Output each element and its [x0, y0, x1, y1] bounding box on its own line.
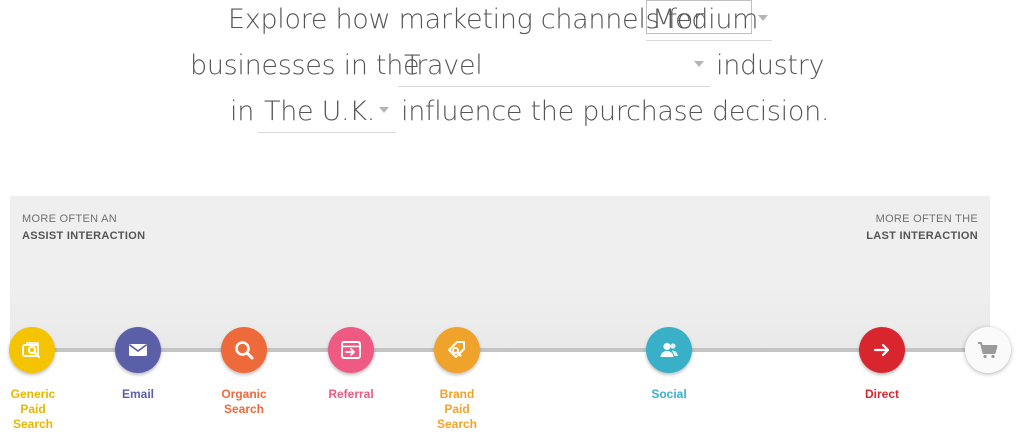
label-line: Search [223, 402, 265, 416]
label-line: Paid [20, 402, 46, 416]
sentence-line-2-suffix: industry [716, 50, 825, 81]
last-label-bold: LAST INTERACTION [866, 230, 978, 242]
chevron-down-icon [758, 15, 768, 21]
label-line: Search [12, 417, 54, 431]
generic-paid-search-icon [22, 342, 41, 359]
sentence-line-3: in The U.K. influence the purchase decis… [0, 92, 1024, 136]
channel-label-referral[interactable]: Referral [306, 387, 396, 402]
assist-interaction-label: MORE OFTEN AN ASSIST INTERACTION [22, 211, 145, 245]
country-select[interactable]: The U.K. [258, 92, 396, 133]
channel-label-organic-search[interactable]: Organic Search [199, 387, 289, 417]
channel-node-generic-paid-search[interactable] [9, 327, 55, 373]
chevron-down-icon [694, 61, 704, 67]
channel-label-generic-paid-search[interactable]: Generic Paid Search [0, 387, 78, 432]
label-line: Generic [10, 387, 56, 401]
channel-node-brand-paid-search[interactable] [434, 327, 480, 373]
channel-label-email[interactable]: Email [93, 387, 183, 402]
business-size-select[interactable]: Medium [646, 0, 772, 41]
sentence-line-3-text: in [230, 96, 255, 127]
last-label-top: MORE OFTEN THE [875, 213, 978, 225]
label-line: Social [651, 387, 687, 401]
channel-label-brand-paid-search[interactable]: Brand Paid Search [412, 387, 502, 432]
journey-track [28, 348, 993, 352]
country-value: The U.K. [264, 96, 376, 127]
label-line: Brand [439, 387, 475, 401]
sentence-line-1: Explore how marketing channels for Mediu… [0, 0, 1024, 44]
channel-node-email[interactable] [115, 327, 161, 373]
last-interaction-label: MORE OFTEN THE LAST INTERACTION [866, 211, 978, 245]
label-line: Referral [328, 387, 374, 401]
channel-label-direct[interactable]: Direct [837, 387, 927, 402]
label-line: Search [436, 417, 478, 431]
label-line: Direct [864, 387, 899, 401]
people-icon [660, 342, 678, 357]
sentence-line-3-suffix: influence the purchase decision. [401, 96, 830, 127]
assist-label-top: MORE OFTEN AN [22, 213, 117, 225]
channel-node-direct[interactable] [859, 327, 905, 373]
business-size-value: Medium [652, 4, 759, 35]
label-line: Organic [221, 387, 267, 401]
email-icon [129, 344, 147, 356]
arrow-right-icon [873, 343, 890, 357]
channel-node-social[interactable] [646, 327, 692, 373]
magnifier-icon [235, 341, 254, 360]
referral-icon [341, 341, 361, 359]
chevron-down-icon [379, 107, 389, 113]
channel-node-organic-search[interactable] [221, 327, 267, 373]
label-line: Email [121, 387, 154, 401]
sentence-line-2: businesses in the Travel industry [0, 46, 1024, 90]
shopping-cart-icon [978, 342, 998, 359]
assist-label-bold: ASSIST INTERACTION [22, 230, 146, 242]
journey-panel [10, 196, 990, 348]
sentence-line-2-text: businesses in the [190, 50, 420, 81]
sentence-line-1-text: Explore how marketing channels for [228, 4, 704, 35]
brand-tag-icon [448, 341, 465, 358]
purchase-end-node [965, 327, 1011, 373]
channel-label-social[interactable]: Social [624, 387, 714, 402]
channel-node-referral[interactable] [328, 327, 374, 373]
industry-value: Travel [404, 50, 483, 81]
label-line: Paid [444, 402, 470, 416]
industry-select[interactable]: Travel [398, 46, 710, 87]
